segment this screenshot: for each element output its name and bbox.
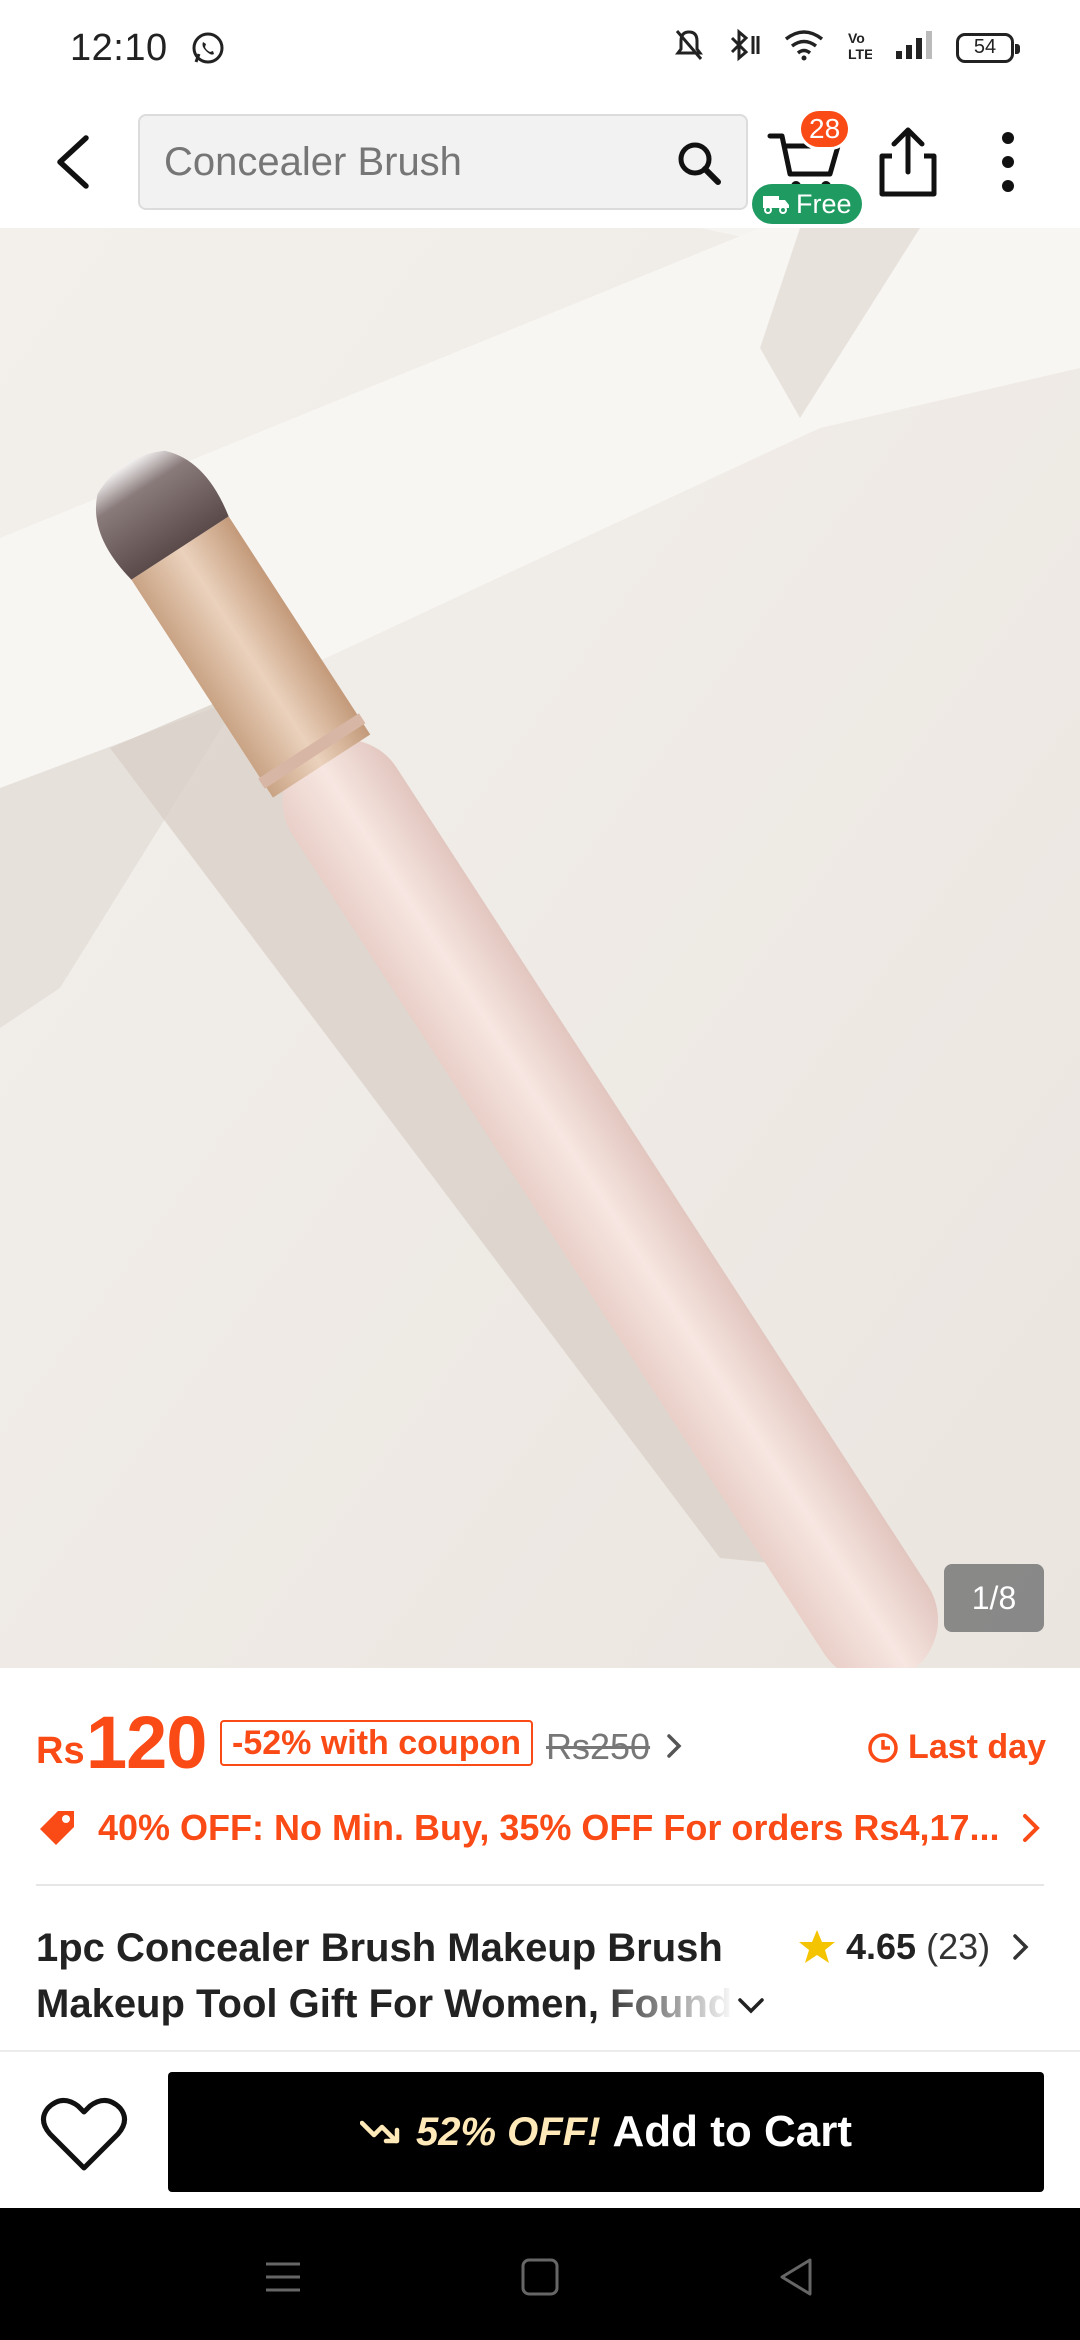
chevron-right-icon[interactable] xyxy=(1020,1812,1042,1844)
heart-icon[interactable] xyxy=(40,2094,128,2174)
back-button[interactable] xyxy=(44,130,100,194)
search-input[interactable]: Concealer Brush xyxy=(138,114,748,210)
chevron-down-icon[interactable] xyxy=(736,1994,766,2018)
truck-icon xyxy=(763,196,789,214)
divider xyxy=(36,1884,1044,1886)
product-title-line-2: Makeup Tool Gift For Women, Found xyxy=(36,1982,733,2026)
whatsapp-icon xyxy=(190,30,226,66)
last-day-timer: Last day xyxy=(866,1728,1046,1767)
more-vertical-icon[interactable] xyxy=(988,126,1028,198)
cart-count-badge: 28 xyxy=(798,108,852,150)
chevron-right-icon[interactable] xyxy=(1010,1932,1032,1962)
back-triangle-icon[interactable] xyxy=(772,2252,822,2302)
top-header: Concealer Brush 28 Free xyxy=(0,100,1080,224)
home-icon[interactable] xyxy=(515,2252,565,2302)
search-icon[interactable] xyxy=(674,138,724,188)
clock-icon xyxy=(868,1732,898,1763)
search-input-value: Concealer Brush xyxy=(164,139,462,184)
battery-icon: 54 xyxy=(956,32,1020,63)
product-title[interactable]: 1pc Concealer Brush Makeup Brush Makeup … xyxy=(36,1920,796,2032)
status-bar: 12:10 Vo LTE 54 xyxy=(0,0,1080,96)
volte-icon: Vo LTE xyxy=(846,28,873,67)
status-icons: Vo LTE 54 xyxy=(674,28,1020,67)
add-to-cart-button[interactable]: 52% OFF! Add to Cart xyxy=(168,2072,1044,2192)
wifi-icon xyxy=(784,29,824,66)
star-icon xyxy=(799,1930,835,1963)
bluetooth-icon xyxy=(726,28,762,67)
status-time: 12:10 xyxy=(70,26,168,69)
product-image[interactable] xyxy=(0,228,1080,1668)
menu-icon[interactable] xyxy=(258,2252,308,2302)
back-arrow-icon xyxy=(57,135,89,189)
free-badge-label: Free xyxy=(796,188,852,219)
share-icon[interactable] xyxy=(876,124,940,200)
price-row: Rs 120 -52% with coupon Rs250 Last day xyxy=(36,1700,1046,1784)
image-counter: 1/8 xyxy=(944,1564,1044,1632)
brush-photo xyxy=(0,228,1080,1668)
free-shipping-badge: Free xyxy=(752,184,862,224)
original-price[interactable]: Rs250 xyxy=(546,1726,650,1768)
trend-down-icon xyxy=(359,2120,400,2144)
price-amount: 120 xyxy=(86,1701,207,1784)
last-day-label: Last day xyxy=(908,1728,1046,1766)
chevron-right-icon[interactable] xyxy=(664,1732,684,1760)
price-tag-icon xyxy=(40,1811,74,1845)
add-to-cart-label: Add to Cart xyxy=(612,2107,852,2156)
signal-icon xyxy=(894,29,934,66)
mute-icon xyxy=(674,28,704,67)
product-title-line-1: 1pc Concealer Brush Makeup Brush xyxy=(36,1926,723,1970)
add-to-cart-discount: 52% OFF! xyxy=(415,2109,601,2154)
rating-value: 4.65 xyxy=(846,1926,917,1967)
price-currency: Rs xyxy=(36,1730,85,1772)
bottom-action-bar: 52% OFF! Add to Cart xyxy=(0,2050,1080,2208)
coupon-badge[interactable]: -52% with coupon xyxy=(220,1720,533,1766)
svg-text:LTE: LTE xyxy=(848,46,872,62)
promo-row[interactable]: 40% OFF: No Min. Buy, 35% OFF For orders… xyxy=(36,1800,1046,1856)
rating-summary[interactable]: 4.65 (23) xyxy=(798,1926,990,1968)
svg-text:Vo: Vo xyxy=(848,30,865,46)
system-nav-bar xyxy=(0,2208,1080,2340)
review-count: (23) xyxy=(926,1926,991,1967)
promo-text: 40% OFF: No Min. Buy, 35% OFF For orders… xyxy=(98,1807,1000,1848)
